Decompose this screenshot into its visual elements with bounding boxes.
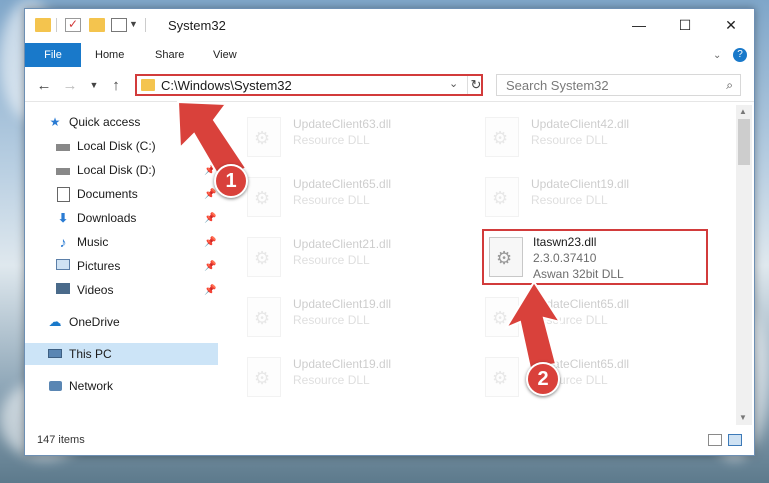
arrow-2 (503, 280, 563, 370)
callout-arrows (176, 100, 563, 370)
callout-badge-1: 1 (214, 164, 248, 198)
callout-badge-2: 2 (526, 362, 560, 396)
